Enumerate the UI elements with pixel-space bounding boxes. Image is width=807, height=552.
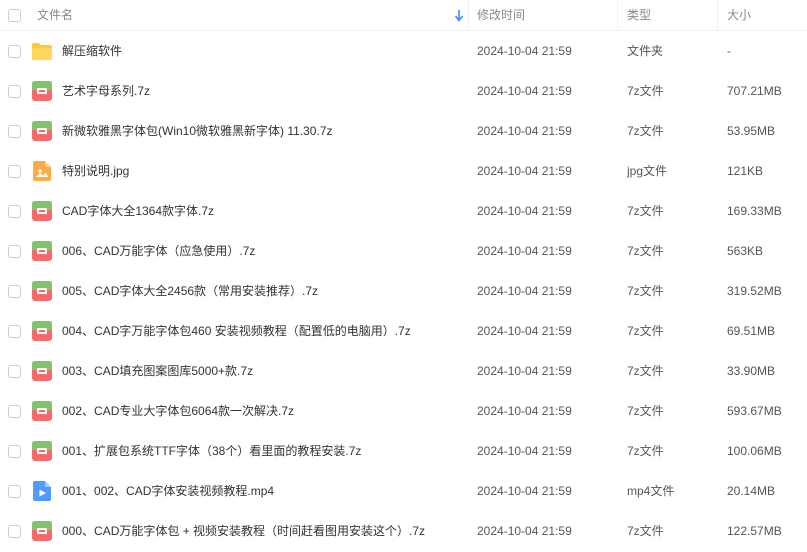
file-size: 707.21MB — [727, 84, 782, 98]
file-row[interactable]: 解压缩软件 2024-10-04 21:59 文件夹 - — [0, 31, 807, 71]
file-name[interactable]: 005、CAD字体大全2456款（常用安装推荐）.7z — [62, 271, 318, 311]
file-name[interactable]: 006、CAD万能字体（应急使用）.7z — [62, 231, 255, 271]
file-type: 7z文件 — [627, 204, 664, 218]
file-modified-time: 2024-10-04 21:59 — [477, 124, 572, 138]
file-name[interactable]: CAD字体大全1364款字体.7z — [62, 191, 214, 231]
file-modified-time: 2024-10-04 21:59 — [477, 404, 572, 418]
column-header-size[interactable]: 大小 — [727, 0, 751, 31]
file-name[interactable]: 艺术字母系列.7z — [62, 71, 150, 111]
select-all-checkbox[interactable] — [8, 9, 21, 22]
file-size: 100.06MB — [727, 444, 782, 458]
file-modified-time: 2024-10-04 21:59 — [477, 444, 572, 458]
file-row[interactable]: 001、扩展包系统TTF字体（38个）看里面的教程安装.7z 2024-10-04… — [0, 431, 807, 471]
file-modified-time: 2024-10-04 21:59 — [477, 324, 572, 338]
file-modified-time: 2024-10-04 21:59 — [477, 284, 572, 298]
sort-descending-icon[interactable] — [454, 9, 464, 22]
file-type: 7z文件 — [627, 404, 664, 418]
file-type: 7z文件 — [627, 524, 664, 538]
file-row[interactable]: 006、CAD万能字体（应急使用）.7z 2024-10-04 21:59 7z文件… — [0, 231, 807, 271]
file-row[interactable]: 000、CAD万能字体包 + 视频安装教程（时间赶看图用安装这个）.7z 2024… — [0, 511, 807, 551]
file-size: 122.57MB — [727, 524, 782, 538]
file-name[interactable]: 解压缩软件 — [62, 31, 122, 71]
file-list: 文件名 修改时间 类型 大小 解压缩软件 2024-10-04 21:59 文件夹 -… — [0, 0, 807, 552]
file-modified-time: 2024-10-04 21:59 — [477, 164, 572, 178]
file-name[interactable]: 新微软雅黑字体包(Win10微软雅黑新字体) 11.30.7z — [62, 111, 333, 151]
file-size: 563KB — [727, 244, 764, 258]
file-modified-time: 2024-10-04 21:59 — [477, 84, 572, 98]
row-checkbox[interactable] — [8, 365, 21, 378]
file-size: 593.67MB — [727, 404, 782, 418]
column-header-type[interactable]: 类型 — [627, 0, 651, 31]
file-type: 7z文件 — [627, 364, 664, 378]
file-modified-time: 2024-10-04 21:59 — [477, 204, 572, 218]
file-modified-time: 2024-10-04 21:59 — [477, 244, 572, 258]
column-header-name[interactable]: 文件名 — [37, 0, 73, 31]
column-header-modified[interactable]: 修改时间 — [477, 0, 525, 31]
row-checkbox[interactable] — [8, 445, 21, 458]
row-checkbox[interactable] — [8, 405, 21, 418]
file-row[interactable]: 005、CAD字体大全2456款（常用安装推荐）.7z 2024-10-04 21… — [0, 271, 807, 311]
file-row[interactable]: 004、CAD字万能字体包460 安装视频教程（配置低的电脑用）.7z 2024-… — [0, 311, 807, 351]
file-type: 文件夹 — [627, 44, 664, 58]
file-row[interactable]: 特别说明.jpg 2024-10-04 21:59 jpg文件 121KB — [0, 151, 807, 191]
file-size: - — [727, 44, 731, 58]
file-name[interactable]: 001、002、CAD字体安装视频教程.mp4 — [62, 471, 274, 511]
row-checkbox[interactable] — [8, 45, 21, 58]
file-modified-time: 2024-10-04 21:59 — [477, 364, 572, 378]
row-checkbox[interactable] — [8, 85, 21, 98]
file-name[interactable]: 002、CAD专业大字体包6064款一次解决.7z — [62, 391, 294, 431]
file-size: 121KB — [727, 164, 764, 178]
file-row[interactable]: 002、CAD专业大字体包6064款一次解决.7z 2024-10-04 21:5… — [0, 391, 807, 431]
row-checkbox[interactable] — [8, 125, 21, 138]
file-row[interactable]: 艺术字母系列.7z 2024-10-04 21:59 7z文件 707.21MB — [0, 71, 807, 111]
file-type: 7z文件 — [627, 124, 664, 138]
file-list-header: 文件名 修改时间 类型 大小 — [0, 0, 807, 31]
file-row[interactable]: CAD字体大全1364款字体.7z 2024-10-04 21:59 7z文件 169… — [0, 191, 807, 231]
file-name[interactable]: 004、CAD字万能字体包460 安装视频教程（配置低的电脑用）.7z — [62, 311, 411, 351]
file-row[interactable]: 003、CAD填充图案图库5000+款.7z 2024-10-04 21:59 7z… — [0, 351, 807, 391]
file-type: 7z文件 — [627, 84, 664, 98]
row-checkbox[interactable] — [8, 285, 21, 298]
row-checkbox[interactable] — [8, 245, 21, 258]
file-type: 7z文件 — [627, 324, 664, 338]
file-size: 53.95MB — [727, 124, 776, 138]
row-checkbox[interactable] — [8, 205, 21, 218]
file-type: mp4文件 — [627, 484, 675, 498]
row-checkbox[interactable] — [8, 325, 21, 338]
file-size: 33.90MB — [727, 364, 776, 378]
file-size: 169.33MB — [727, 204, 782, 218]
file-size: 69.51MB — [727, 324, 776, 338]
file-type: jpg文件 — [627, 164, 668, 178]
file-name[interactable]: 特别说明.jpg — [62, 151, 129, 191]
file-name[interactable]: 000、CAD万能字体包 + 视频安装教程（时间赶看图用安装这个）.7z — [62, 511, 425, 551]
file-type: 7z文件 — [627, 444, 664, 458]
file-type: 7z文件 — [627, 284, 664, 298]
file-modified-time: 2024-10-04 21:59 — [477, 484, 572, 498]
file-size: 20.14MB — [727, 484, 776, 498]
file-type: 7z文件 — [627, 244, 664, 258]
file-row[interactable]: 新微软雅黑字体包(Win10微软雅黑新字体) 11.30.7z 2024-10-0… — [0, 111, 807, 151]
file-name[interactable]: 001、扩展包系统TTF字体（38个）看里面的教程安装.7z — [62, 431, 361, 471]
row-checkbox[interactable] — [8, 165, 21, 178]
file-name[interactable]: 003、CAD填充图案图库5000+款.7z — [62, 351, 253, 391]
file-size: 319.52MB — [727, 284, 782, 298]
row-checkbox[interactable] — [8, 525, 21, 538]
file-row[interactable]: 001、002、CAD字体安装视频教程.mp4 2024-10-04 21:59 m… — [0, 471, 807, 511]
file-modified-time: 2024-10-04 21:59 — [477, 524, 572, 538]
row-checkbox[interactable] — [8, 485, 21, 498]
file-modified-time: 2024-10-04 21:59 — [477, 44, 572, 58]
